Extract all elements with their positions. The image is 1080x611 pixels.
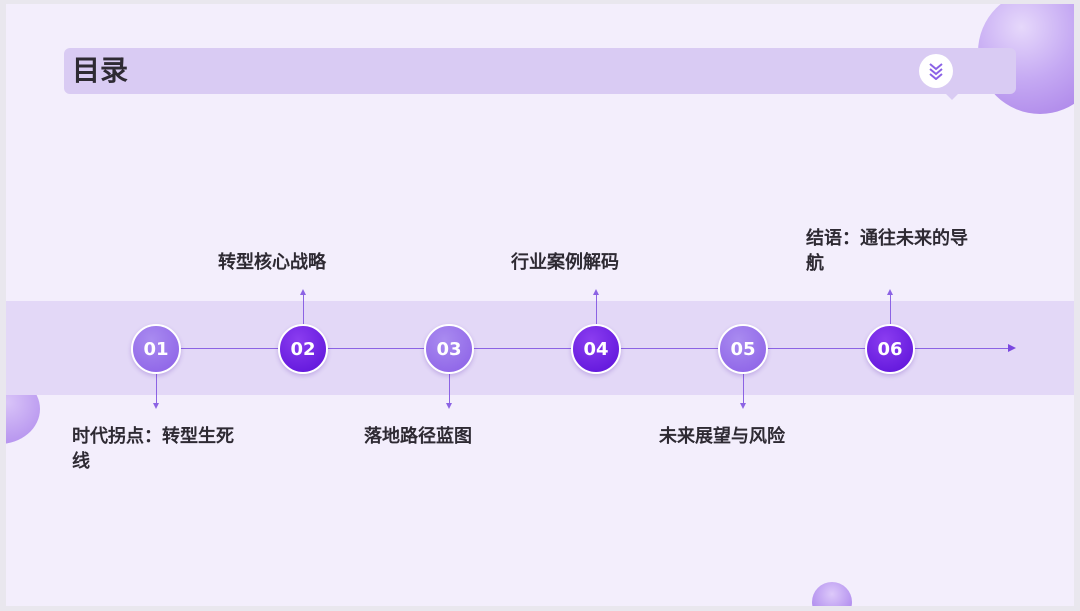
connector-06 bbox=[890, 294, 891, 324]
arrow-up-icon bbox=[300, 289, 306, 295]
timeline-label-01: 时代拐点：转型生死线 bbox=[72, 426, 234, 472]
timeline-arrow-icon bbox=[1008, 344, 1016, 352]
title-bar bbox=[64, 48, 1016, 100]
node-number: 05 bbox=[730, 338, 756, 360]
timeline-node-02[interactable]: 02 bbox=[278, 324, 328, 374]
arrow-up-icon bbox=[887, 289, 893, 295]
slide: 目录 01 时代拐点：转型生死线 02 转型核心战略 03 落地路径蓝图 04 … bbox=[6, 4, 1074, 606]
timeline-node-03[interactable]: 03 bbox=[424, 324, 474, 374]
connector-04 bbox=[596, 294, 597, 324]
timeline-node-06[interactable]: 06 bbox=[865, 324, 915, 374]
arrow-up-icon bbox=[593, 289, 599, 295]
node-number: 02 bbox=[290, 338, 316, 360]
node-number: 01 bbox=[143, 338, 169, 360]
arrow-down-icon bbox=[153, 403, 159, 409]
connector-05 bbox=[743, 374, 744, 404]
node-number: 06 bbox=[877, 338, 903, 360]
timeline-label-06: 结语：通往未来的导航 bbox=[806, 228, 968, 274]
connector-02 bbox=[303, 294, 304, 324]
timeline-label-04: 行业案例解码 bbox=[511, 252, 619, 273]
page-title: 目录 bbox=[72, 54, 129, 87]
timeline-label-05: 未来展望与风险 bbox=[659, 426, 785, 447]
double-chevron-down-icon bbox=[919, 54, 953, 88]
connector-01 bbox=[156, 374, 157, 404]
timeline-node-05[interactable]: 05 bbox=[718, 324, 768, 374]
arrow-down-icon bbox=[740, 403, 746, 409]
node-number: 03 bbox=[436, 338, 462, 360]
timeline-label-02: 转型核心战略 bbox=[218, 252, 326, 273]
decorative-circle-bottom bbox=[812, 582, 852, 606]
timeline-node-01[interactable]: 01 bbox=[131, 324, 181, 374]
node-number: 04 bbox=[583, 338, 609, 360]
connector-03 bbox=[449, 374, 450, 404]
timeline-node-04[interactable]: 04 bbox=[571, 324, 621, 374]
arrow-down-icon bbox=[446, 403, 452, 409]
timeline-label-03: 落地路径蓝图 bbox=[364, 426, 472, 447]
